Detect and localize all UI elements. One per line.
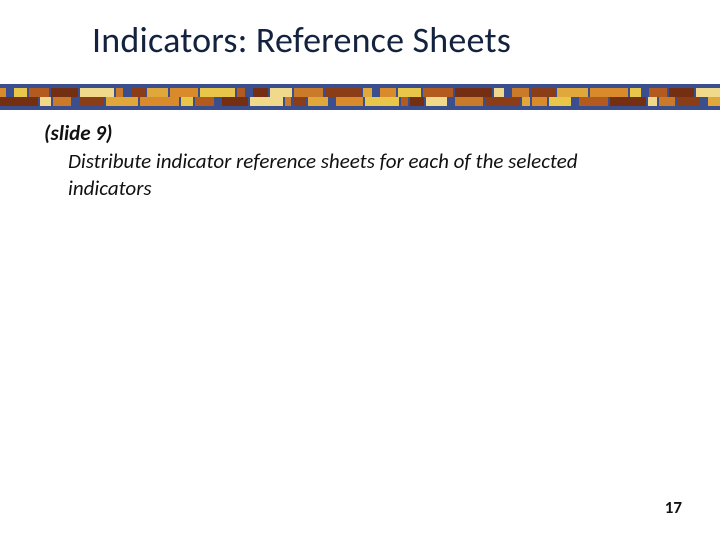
decor-segment: [557, 88, 588, 97]
decor-segment: [237, 88, 245, 97]
decor-segment: [659, 97, 675, 106]
content-area: (slide 9) Distribute indicator reference…: [0, 110, 720, 201]
decor-segment: [590, 88, 628, 97]
decor-segment: [106, 97, 138, 106]
decor-segment: [222, 97, 248, 106]
decor-segment: [398, 88, 421, 97]
decor-segment: [630, 88, 641, 97]
decor-segment: [200, 88, 235, 97]
decor-segment: [253, 88, 268, 97]
decor-segment: [531, 88, 555, 97]
decor-segment: [51, 88, 78, 97]
decor-segment: [579, 97, 608, 106]
decor-segment: [512, 88, 529, 97]
decor-segment: [53, 97, 71, 106]
decor-segment: [140, 97, 179, 106]
decor-segment: [677, 97, 700, 106]
decor-segment: [410, 97, 424, 106]
slide-reference-label: (slide 9): [44, 120, 676, 146]
decor-segment: [293, 97, 306, 106]
decor-segment: [401, 97, 408, 106]
decor-segment: [294, 88, 323, 97]
decor-segment: [29, 88, 49, 97]
decor-segment: [485, 97, 520, 106]
decor-segment: [285, 97, 291, 106]
decor-segment: [147, 88, 168, 97]
decor-segment: [363, 88, 372, 97]
page-number: 17: [665, 497, 682, 518]
decor-segment: [80, 88, 114, 97]
decorative-bar: [0, 84, 720, 110]
decor-segment: [455, 97, 483, 106]
decor-segment: [649, 88, 667, 97]
decor-segment: [669, 88, 694, 97]
decor-segment: [380, 88, 396, 97]
decor-segment: [696, 88, 720, 97]
decor-segment: [79, 97, 104, 106]
decor-segment: [0, 97, 38, 106]
decor-segment: [610, 97, 646, 106]
decor-segment: [708, 97, 720, 106]
body-text: Distribute indicator reference sheets fo…: [44, 148, 654, 201]
decor-segment: [455, 88, 492, 97]
decor-segment: [40, 97, 51, 106]
decor-segment: [195, 97, 214, 106]
decor-row-bottom: [0, 97, 720, 106]
decor-segment: [423, 88, 453, 97]
slide-title: Indicators: Reference Sheets: [0, 0, 720, 62]
decor-segment: [522, 97, 530, 106]
decor-row-top: [0, 88, 720, 97]
decor-segment: [336, 97, 363, 106]
decor-segment: [181, 97, 193, 106]
decor-segment: [325, 88, 361, 97]
decor-segment: [170, 88, 198, 97]
decor-segment: [270, 88, 292, 97]
decor-segment: [494, 88, 504, 97]
decor-segment: [648, 97, 657, 106]
decor-segment: [116, 88, 123, 97]
decor-segment: [549, 97, 571, 106]
decor-segment: [365, 97, 399, 106]
decor-segment: [532, 97, 547, 106]
decor-segment: [426, 97, 447, 106]
decor-segment: [0, 88, 6, 97]
decor-segment: [250, 97, 283, 106]
decor-segment: [14, 88, 27, 97]
decor-segment: [131, 88, 145, 97]
decor-segment: [308, 97, 328, 106]
